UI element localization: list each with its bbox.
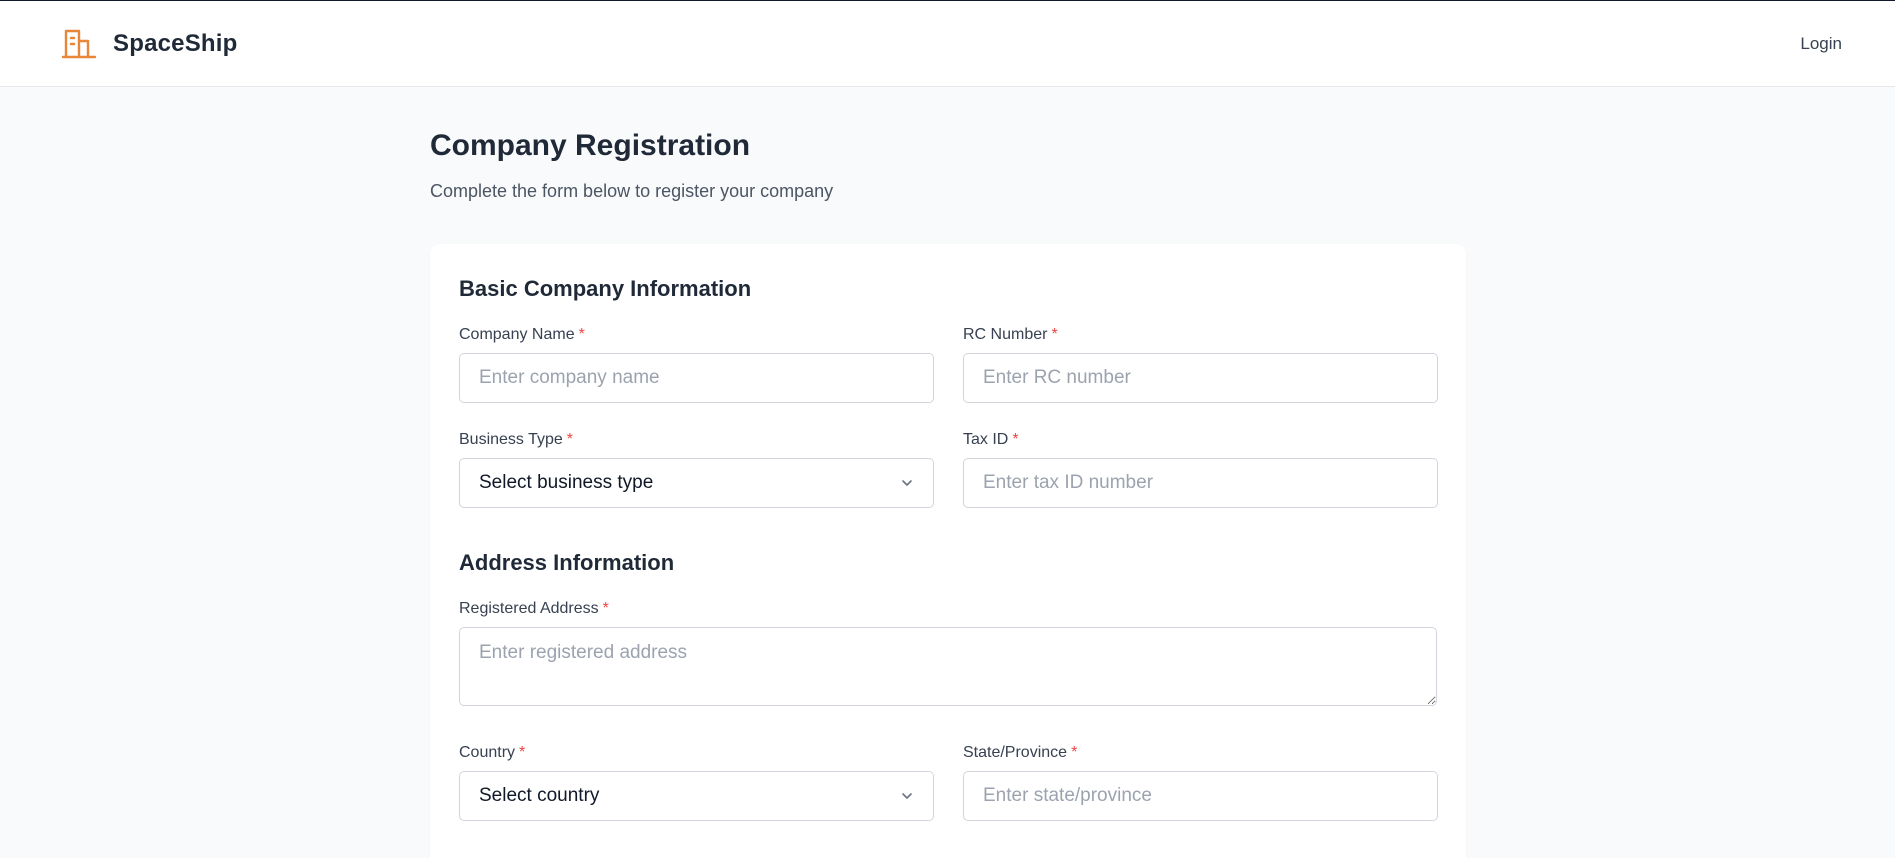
country-selected: Select country <box>479 785 600 806</box>
business-type-label-text: Business Type <box>459 431 563 448</box>
required-marker: * <box>1012 431 1019 448</box>
state-input[interactable] <box>963 771 1438 821</box>
rc-number-input[interactable] <box>963 353 1438 403</box>
business-type-selected: Select business type <box>479 472 654 493</box>
rc-number-label: RC Number * <box>963 326 1438 344</box>
business-type-label: Business Type * <box>459 431 934 449</box>
tax-id-label: Tax ID * <box>963 431 1438 449</box>
login-link[interactable]: Login <box>1800 34 1842 54</box>
address-grid: Country * Select country State/Province * <box>459 744 1438 821</box>
building-icon <box>62 28 97 60</box>
state-label-text: State/Province <box>963 744 1068 761</box>
registered-address-label: Registered Address * <box>459 600 1437 618</box>
country-field: Country * Select country <box>459 744 934 821</box>
tax-id-input[interactable] <box>963 458 1438 508</box>
main-content: Company Registration Complete the form b… <box>430 87 1466 858</box>
required-marker: * <box>566 431 573 448</box>
page-title: Company Registration <box>430 129 751 162</box>
tax-id-label-text: Tax ID <box>963 431 1009 448</box>
chevron-down-icon <box>900 476 914 490</box>
page-subtitle: Complete the form below to register your… <box>430 181 834 201</box>
state-field: State/Province * <box>963 744 1438 821</box>
top-navbar: SpaceShip Login <box>0 1 1895 87</box>
country-select[interactable]: Select country <box>459 771 934 821</box>
business-type-select[interactable]: Select business type <box>459 458 934 508</box>
company-name-label-text: Company Name <box>459 326 575 343</box>
tax-id-field: Tax ID * <box>963 431 1438 508</box>
brand-name: SpaceShip <box>113 29 238 57</box>
rc-number-label-text: RC Number <box>963 326 1048 343</box>
registered-address-textarea[interactable] <box>459 627 1437 706</box>
state-label: State/Province * <box>963 744 1438 762</box>
section-title-address: Address Information <box>459 550 675 575</box>
required-marker: * <box>1071 744 1078 761</box>
registration-form-card: Basic Company Information Company Name * … <box>430 244 1466 858</box>
company-name-field: Company Name * <box>459 326 934 403</box>
required-marker: * <box>1051 326 1058 343</box>
company-name-label: Company Name * <box>459 326 934 344</box>
rc-number-field: RC Number * <box>963 326 1438 403</box>
required-marker: * <box>602 600 609 617</box>
required-marker: * <box>519 744 526 761</box>
company-name-input[interactable] <box>459 353 934 403</box>
basic-info-grid: Company Name* RC Number* Business Type* … <box>459 326 1438 508</box>
section-title-basic: Basic Company Information <box>459 276 752 301</box>
country-label-text: Country <box>459 744 516 761</box>
registered-address-field: Registered Address * <box>459 600 1437 706</box>
required-marker: * <box>578 326 585 343</box>
country-label: Country * <box>459 744 934 762</box>
registered-address-label-text: Registered Address <box>459 600 599 617</box>
business-type-field: Business Type * Select business type <box>459 431 934 508</box>
brand[interactable]: SpaceShip <box>62 28 238 60</box>
chevron-down-icon <box>900 789 914 803</box>
